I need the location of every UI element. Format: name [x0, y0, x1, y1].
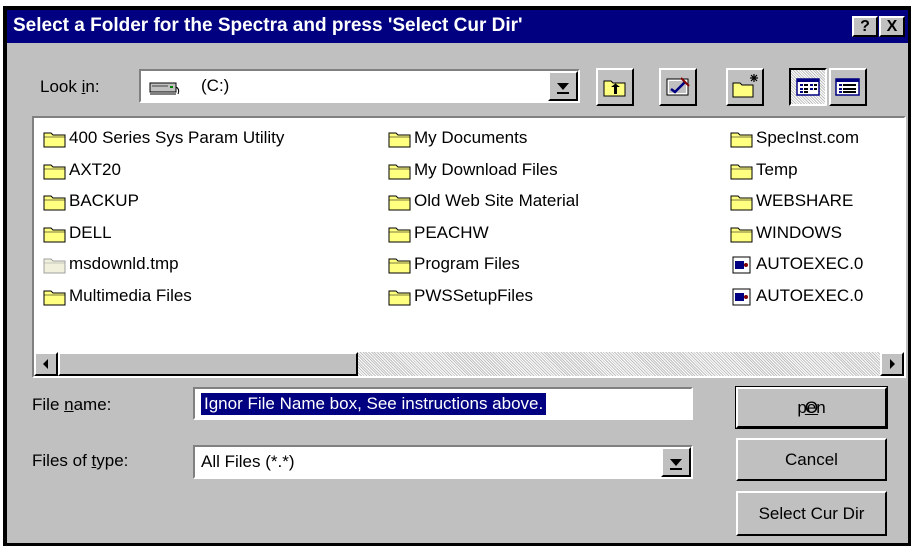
chevron-down-icon	[670, 459, 682, 470]
folder-icon	[43, 287, 67, 312]
create-new-folder-button[interactable]	[726, 68, 764, 106]
folder-icon	[43, 161, 67, 186]
files-of-type-dropdown-button[interactable]	[661, 447, 691, 477]
details-view-button[interactable]	[829, 68, 867, 106]
files-of-type-label: Files of type:	[32, 451, 129, 470]
folder-icon	[730, 161, 754, 186]
list-view-button[interactable]	[789, 68, 827, 106]
files-of-type-value: All Files (*.*)	[201, 452, 295, 471]
desktop-icon	[666, 77, 690, 96]
list-view-icon	[796, 78, 820, 96]
close-button[interactable]: X	[879, 16, 905, 37]
file-list-item-name: PEACHW	[414, 222, 489, 242]
file-list[interactable]: 400 Series Sys Param Utility AXT20 BACKUP D…	[32, 116, 906, 378]
arrow-left-icon	[43, 359, 48, 369]
horizontal-scrollbar[interactable]	[34, 352, 904, 376]
look-in-value: (C:)	[201, 76, 230, 95]
title-bar[interactable]: Select a Folder for the Spectra and pres…	[7, 10, 908, 43]
file-list-item-name: SpecInst.com	[756, 128, 859, 147]
go-to-desktop-button[interactable]	[659, 68, 697, 106]
file-list-item-name: Temp	[756, 159, 798, 179]
files-of-type-combo[interactable]: All Files (*.*)	[193, 445, 693, 479]
look-in-dropdown-button[interactable]	[548, 71, 578, 101]
folder-icon	[388, 224, 412, 249]
dialog-title: Select a Folder for the Spectra and pres…	[13, 15, 523, 36]
folder-icon	[388, 161, 412, 186]
folder-icon	[43, 192, 67, 217]
file-list-item-name: My Documents	[414, 128, 528, 147]
folder-icon	[388, 129, 412, 154]
dos-file-icon	[730, 287, 754, 312]
scroll-thumb[interactable]	[58, 352, 358, 376]
file-dialog: Select a Folder for the Spectra and pres…	[3, 6, 911, 546]
file-list-item-name: AUTOEXEC.0	[756, 285, 864, 305]
file-list-item-name: WINDOWS	[756, 222, 842, 242]
folder-icon	[730, 224, 754, 249]
look-in-label: Look in:	[40, 77, 100, 96]
file-list-item-name: DELL	[69, 222, 112, 242]
scroll-left-button[interactable]	[34, 352, 58, 376]
folder-icon	[43, 224, 67, 249]
file-name-value: Ignor File Name box, See instructions ab…	[201, 393, 547, 415]
folder-icon	[388, 192, 412, 217]
folder-icon	[730, 129, 754, 154]
file-list-item-name: BACKUP	[69, 191, 139, 210]
file-list-item-name: AUTOEXEC.0	[756, 254, 864, 273]
file-list-item-name: Program Files	[414, 254, 520, 273]
file-list-item-name: WEBSHARE	[756, 191, 854, 210]
cancel-button[interactable]: Cancel	[736, 438, 887, 481]
hidden-folder-icon	[43, 255, 67, 280]
folder-icon	[388, 287, 412, 312]
chevron-down-icon	[557, 83, 569, 94]
file-list-item-name: My Download Files	[414, 159, 558, 179]
file-list-item-name: Multimedia Files	[69, 285, 192, 305]
new-folder-icon	[732, 74, 758, 98]
look-in-combo[interactable]: (C:)	[139, 69, 580, 103]
cancel-button-label: Cancel	[785, 449, 838, 469]
dos-file-icon	[730, 255, 754, 280]
up-one-level-button[interactable]	[596, 68, 634, 106]
open-button[interactable]: Open	[735, 386, 888, 429]
file-list-item-name: PWSSetupFiles	[414, 285, 534, 305]
folder-icon	[388, 255, 412, 280]
file-list-item-name: msdownld.tmp	[69, 254, 179, 273]
arrow-right-icon	[890, 359, 895, 369]
folder-icon	[730, 192, 754, 217]
select-cur-dir-button[interactable]: Select Cur Dir	[736, 491, 887, 536]
folder-icon	[43, 129, 67, 154]
folder-up-icon	[603, 80, 626, 97]
file-list-item-name: Old Web Site Material	[414, 191, 580, 210]
file-list-item-name: AXT20	[69, 159, 121, 179]
help-button[interactable]: ?	[852, 16, 878, 37]
scroll-right-button[interactable]	[880, 352, 904, 376]
file-list-item-name: 400 Series Sys Param Utility	[69, 128, 285, 147]
file-name-label: File name:	[32, 395, 112, 414]
file-name-input[interactable]: Ignor File Name box, See instructions ab…	[193, 387, 693, 420]
details-view-icon	[835, 78, 860, 96]
select-cur-dir-button-label: Select Cur Dir	[758, 503, 865, 523]
drive-icon	[149, 78, 181, 103]
